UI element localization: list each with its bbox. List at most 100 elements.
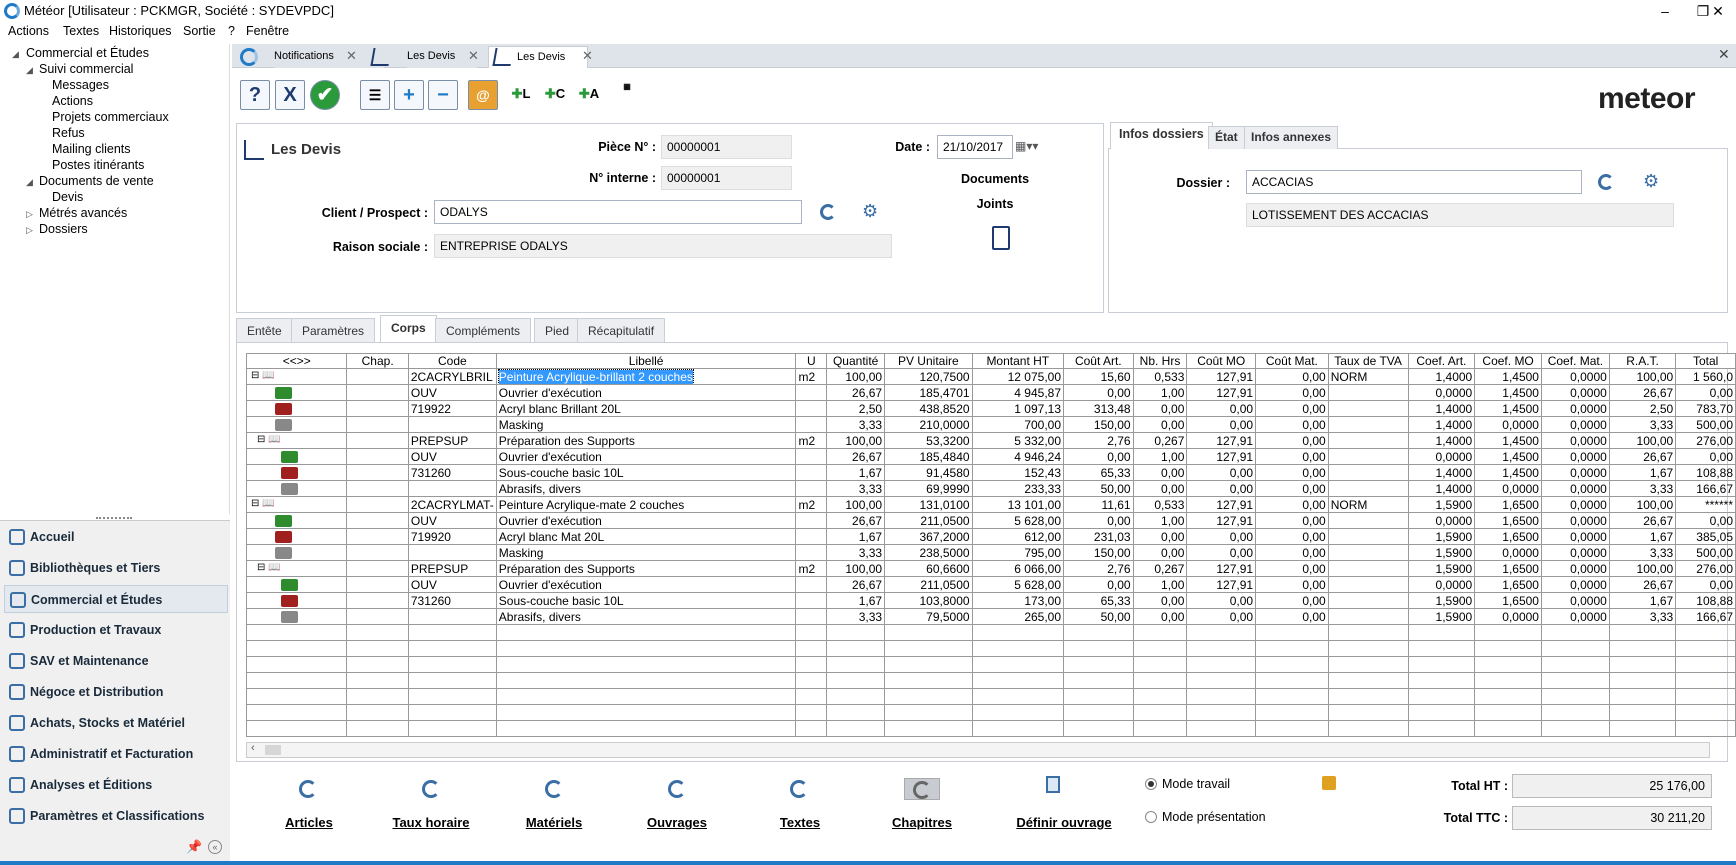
dossier-field[interactable]: ACCACIAS <box>1246 170 1582 194</box>
grid-cell[interactable] <box>1675 720 1736 737</box>
row-icon-cell[interactable]: ⊟ 📖 <box>245 432 348 449</box>
empty-row[interactable] <box>245 672 1736 689</box>
grid-cell[interactable]: 69,9990 <box>884 480 973 497</box>
attached-document-icon[interactable] <box>992 226 1010 250</box>
grid-cell[interactable]: 231,03 <box>1063 528 1134 545</box>
row-icon-cell[interactable] <box>245 400 348 417</box>
search-dossier-icon[interactable] <box>1598 174 1614 190</box>
grid-cell[interactable] <box>346 608 409 625</box>
grid-cell[interactable] <box>795 720 828 737</box>
grid-cell[interactable] <box>1132 640 1188 657</box>
grid-cell[interactable]: OUV <box>407 512 497 529</box>
grid-cell[interactable] <box>1186 704 1257 721</box>
grid-cell[interactable] <box>245 704 348 721</box>
add-c-button[interactable]: ✚C <box>540 80 570 110</box>
tab-recapitulatif[interactable]: Récapitulatif <box>577 318 666 342</box>
grid-cell[interactable] <box>826 672 886 689</box>
grid-cell[interactable] <box>407 640 497 657</box>
cancel-button[interactable]: X <box>275 80 305 110</box>
grid-cell[interactable] <box>1186 672 1257 689</box>
grid-cell[interactable] <box>1327 608 1409 625</box>
grid-cell[interactable]: 13 101,00 <box>971 496 1065 513</box>
grid-cell[interactable]: 0,0000 <box>1540 432 1610 449</box>
selected-libelle[interactable]: Peinture Acrylique-brillant 2 couches <box>497 369 694 384</box>
grid-cell[interactable] <box>346 672 409 689</box>
grid-cell[interactable] <box>1186 640 1257 657</box>
table-row[interactable]: Masking 3,33 238,5000 795,00 150,00 0,00 0,00 0… <box>245 544 1736 561</box>
grid-cell[interactable]: 26,67 <box>826 384 886 401</box>
grid-cell[interactable]: 276,00 <box>1675 560 1736 577</box>
grid-cell[interactable] <box>1327 384 1409 401</box>
grid-cell[interactable] <box>1608 624 1677 641</box>
grid-cell[interactable]: 0,00 <box>1132 592 1188 609</box>
grid-cell[interactable]: 150,00 <box>1063 416 1134 433</box>
grid-cell[interactable] <box>884 704 973 721</box>
grid-cell[interactable]: 100,00 <box>1608 560 1677 577</box>
grid-cell[interactable]: 0,00 <box>1675 384 1736 401</box>
grid-cell[interactable] <box>495 704 797 721</box>
grid-cell[interactable] <box>1255 672 1329 689</box>
grid-cell[interactable]: 795,00 <box>971 544 1065 561</box>
grid-cell[interactable] <box>1063 672 1134 689</box>
column-header[interactable]: Libellé <box>495 353 797 369</box>
grid-cell[interactable]: 1,4500 <box>1474 368 1542 385</box>
grid-cell[interactable]: 0,00 <box>1255 496 1329 513</box>
grid-cell[interactable] <box>1327 624 1409 641</box>
tab-notifications[interactable]: Notifications <box>274 46 384 68</box>
grid-cell[interactable]: 3,33 <box>826 416 886 433</box>
tab-corps[interactable]: Corps <box>380 315 437 343</box>
grid-cell[interactable]: 1,4000 <box>1407 368 1476 385</box>
grid-cell[interactable] <box>1063 624 1134 641</box>
tab-les-devis-1[interactable]: Les Devis <box>407 46 477 68</box>
mode-presentation-radio[interactable] <box>1145 811 1157 823</box>
table-row[interactable]: OUV Ouvrier d'exécution 26,67 185,4840 4 946… <box>245 448 1736 465</box>
grid-cell[interactable] <box>1327 672 1409 689</box>
grid-cell[interactable] <box>795 656 828 673</box>
grid-cell[interactable] <box>1186 656 1257 673</box>
gear-icon[interactable]: ⚙ <box>862 201 878 222</box>
grid-cell[interactable]: 0,0000 <box>1407 448 1476 465</box>
grid-cell[interactable]: 1,5900 <box>1407 528 1476 545</box>
grid-cell[interactable]: 100,00 <box>826 368 886 385</box>
row-icon-cell[interactable] <box>245 480 348 497</box>
collapse-triangle-icon[interactable]: ◢ <box>12 49 19 60</box>
grid-cell[interactable] <box>1474 640 1542 657</box>
table-row[interactable]: 731260 Sous-couche basic 10L 1,67 91,4580 15… <box>245 464 1736 481</box>
grid-cell[interactable]: Masking <box>495 416 797 433</box>
grid-cell[interactable]: 0,00 <box>1675 512 1736 529</box>
grid-cell[interactable] <box>245 640 348 657</box>
table-row[interactable]: 731260 Sous-couche basic 10L 1,67 103,8000 1… <box>245 592 1736 609</box>
grid-cell[interactable] <box>1474 720 1542 737</box>
grid-cell[interactable] <box>1608 656 1677 673</box>
grid-cell[interactable] <box>795 640 828 657</box>
tab-etat[interactable]: État <box>1208 126 1245 149</box>
row-icon-cell[interactable]: ⊟ 📖 <box>245 368 348 385</box>
grid-cell[interactable] <box>1327 432 1409 449</box>
grid-cell[interactable]: 1,4500 <box>1474 384 1542 401</box>
grid-cell[interactable]: 0,0000 <box>1540 528 1610 545</box>
grid-cell[interactable] <box>826 624 886 641</box>
grid-cell[interactable] <box>1327 416 1409 433</box>
grid-cell[interactable] <box>407 672 497 689</box>
grid-cell[interactable]: 3,33 <box>826 608 886 625</box>
grid-cell[interactable]: 0,00 <box>1255 416 1329 433</box>
table-row[interactable]: 719920 Acryl blanc Mat 20L 1,67 367,2000 612… <box>245 528 1736 545</box>
grid-cell[interactable]: 0,00 <box>1255 576 1329 593</box>
grid-cell[interactable]: 0,0000 <box>1540 448 1610 465</box>
grid-cell[interactable]: 233,33 <box>971 480 1065 497</box>
grid-cell[interactable] <box>1063 704 1134 721</box>
grid-cell[interactable]: 1,5900 <box>1407 608 1476 625</box>
add-a-button[interactable]: ✚A <box>574 80 604 110</box>
grid-cell[interactable]: 0,267 <box>1132 432 1188 449</box>
tab-infos-dossiers[interactable]: Infos dossiers <box>1110 122 1213 149</box>
grid-cell[interactable]: 65,33 <box>1063 592 1134 609</box>
grid-cell[interactable]: 1,5900 <box>1407 560 1476 577</box>
collapse-triangle-icon[interactable]: ◢ <box>26 65 33 76</box>
grid-cell[interactable]: 50,00 <box>1063 480 1134 497</box>
grid-cell[interactable] <box>826 720 886 737</box>
scroll-thumb[interactable] <box>265 745 281 755</box>
grid-cell[interactable] <box>1407 640 1476 657</box>
grid-cell[interactable] <box>346 656 409 673</box>
grid-cell[interactable]: 1,67 <box>1608 464 1677 481</box>
grid-cell[interactable] <box>884 640 973 657</box>
